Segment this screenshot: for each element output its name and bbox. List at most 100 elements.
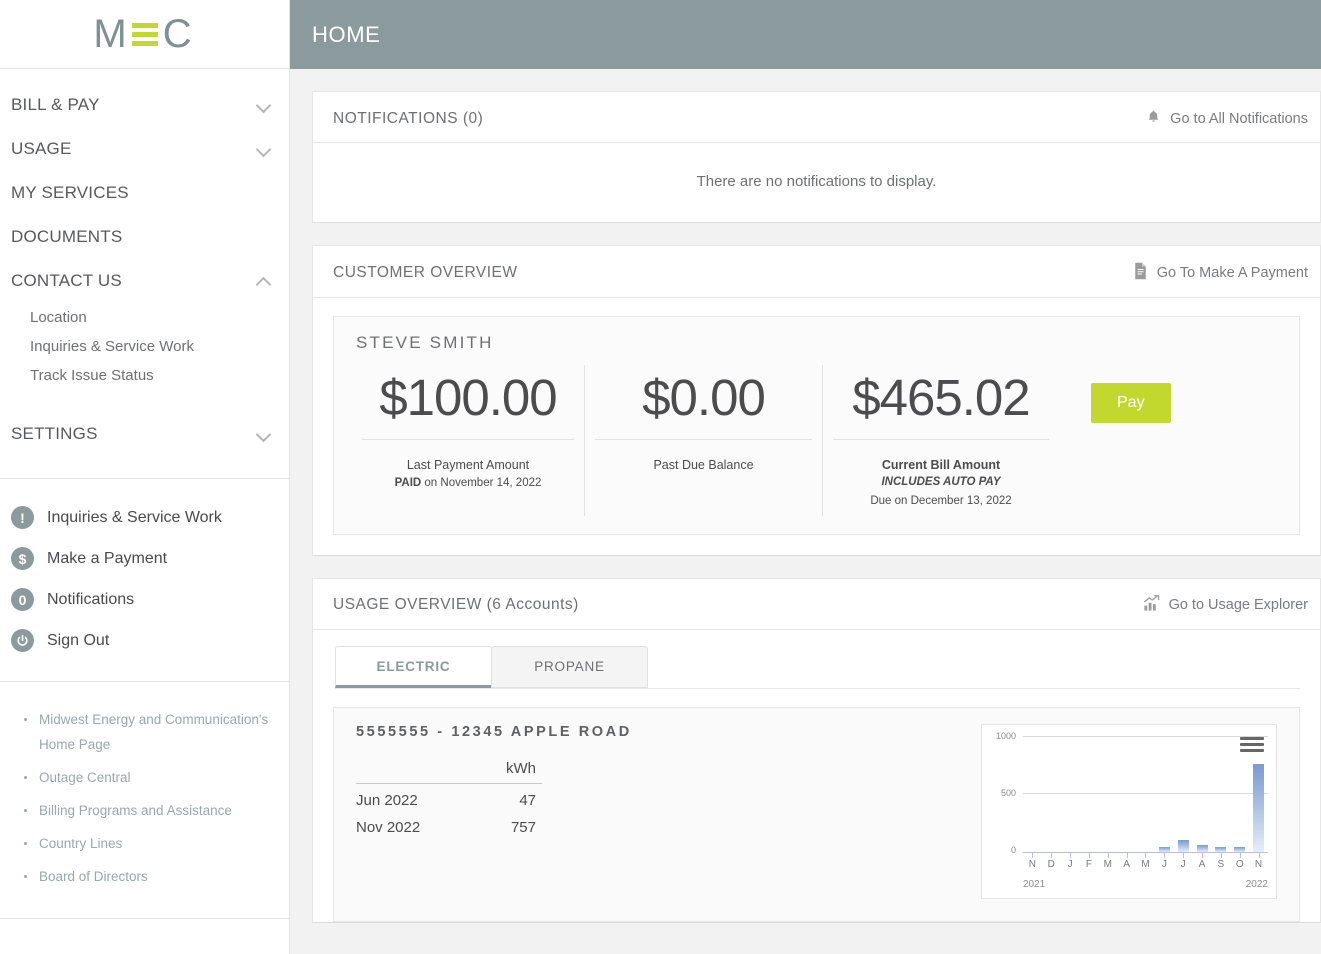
chart-bar-cell[interactable] xyxy=(1080,736,1099,858)
x-axis-tick xyxy=(1220,851,1222,858)
chevron-up-icon[interactable] xyxy=(257,274,271,288)
stat-last-payment: $100.00 Last Payment Amount PAID on Nove… xyxy=(352,361,584,518)
chart-bar[interactable] xyxy=(1253,764,1265,852)
app-root: M C BILL & PAY USAGE MY SERVICES DOCUMEN… xyxy=(0,0,1321,954)
go-to-usage-explorer-label: Go to Usage Explorer xyxy=(1168,597,1308,614)
power-icon xyxy=(11,629,34,652)
sidebar-item-documents[interactable]: DOCUMENTS xyxy=(0,215,289,259)
usage-bar-chart[interactable]: 1000 500 0 NDJFMAMJJASON 2021 2022 xyxy=(981,723,1277,899)
sidebar-item-inquiries-service-work[interactable]: Inquiries & Service Work xyxy=(0,332,289,361)
logo-area: M C xyxy=(0,0,289,69)
tab-electric[interactable]: ELECTRIC xyxy=(335,645,492,688)
table-row: Nov 2022 757 xyxy=(356,811,542,838)
quick-links-list: ! Inquiries & Service Work $ Make a Paym… xyxy=(0,479,289,682)
notifications-card: NOTIFICATIONS (0) Go to All Notification… xyxy=(312,91,1321,223)
stat-due-date: Due on December 13, 2022 xyxy=(870,494,1012,507)
chart-bar-cell[interactable] xyxy=(1136,736,1155,858)
sidebar-item-label: DOCUMENTS xyxy=(11,227,123,246)
customer-overview-card: CUSTOMER OVERVIEW Go To Make A Payment S… xyxy=(312,245,1321,556)
stat-amount: $465.02 xyxy=(852,369,1030,426)
customer-stats-row: $100.00 Last Payment Amount PAID on Nove… xyxy=(352,361,1281,518)
logo-letter-e-icon xyxy=(131,22,158,46)
account-id-line: 5555555 - 12345 APPLE ROAD xyxy=(356,723,632,740)
chart-bar-cell[interactable] xyxy=(1230,736,1249,858)
stat-sub: PAID on November 14, 2022 xyxy=(358,474,578,492)
customer-summary-panel: STEVE SMITH $100.00 Last Payment Amount … xyxy=(333,316,1300,535)
stat-current-bill: $465.02 Current Bill Amount INCLUDES AUT… xyxy=(823,361,1059,518)
sidebar-footer-links: Midwest Energy and Communication's Home … xyxy=(0,682,289,919)
x-axis-tick xyxy=(1032,851,1034,858)
chart-bar-cell[interactable] xyxy=(1117,736,1136,858)
chart-bar[interactable] xyxy=(1196,844,1208,852)
invoice-document-icon xyxy=(1133,262,1148,284)
notification-count-icon: 0 xyxy=(11,588,34,611)
x-axis-tick-label: F xyxy=(1085,858,1092,870)
footer-link-outage-central[interactable]: Outage Central xyxy=(22,766,270,791)
dollar-circle-icon: $ xyxy=(11,547,34,570)
chart-bar-cell[interactable] xyxy=(1098,736,1117,858)
x-axis-tick-label: N xyxy=(1028,858,1037,870)
sidebar-item-usage[interactable]: USAGE xyxy=(0,127,289,171)
chart-bar-cell[interactable] xyxy=(1061,736,1080,858)
customer-name: STEVE SMITH xyxy=(356,333,494,352)
x-axis-tick-label: N xyxy=(1254,858,1263,870)
y-axis-tick-500: 500 xyxy=(1000,787,1016,798)
notifications-title: NOTIFICATIONS (0) xyxy=(333,109,484,127)
x-axis-labels: NDJFMAMJJASON xyxy=(1023,859,1268,870)
x-axis-tick xyxy=(1070,851,1072,858)
sidebar-item-track-issue-status[interactable]: Track Issue Status xyxy=(0,361,289,390)
year-label-start: 2021 xyxy=(1023,878,1046,890)
sidebar-item-my-services[interactable]: MY SERVICES xyxy=(0,171,289,215)
sidebar-item-label: USAGE xyxy=(11,139,72,158)
chart-bar-cell[interactable] xyxy=(1174,736,1193,858)
footer-link-board-of-directors[interactable]: Board of Directors xyxy=(22,865,270,890)
go-to-all-notifications-label: Go to All Notifications xyxy=(1170,110,1308,127)
sidebar-item-label: BILL & PAY xyxy=(11,95,100,114)
sidebar-item-settings[interactable]: SETTINGS xyxy=(0,412,289,456)
sidebar-item-label: MY SERVICES xyxy=(11,183,129,202)
footer-link-country-lines[interactable]: Country Lines xyxy=(22,832,270,857)
exclamation-circle-icon: ! xyxy=(11,506,34,529)
sidebar-item-bill-and-pay[interactable]: BILL & PAY xyxy=(0,83,289,127)
usage-overview-card-header: USAGE OVERVIEW (6 Accounts) Go to Usage … xyxy=(313,579,1320,630)
usage-value: 757 xyxy=(510,818,536,836)
sidebar-item-contact-us[interactable]: CONTACT US xyxy=(0,259,289,303)
chart-bar-cell[interactable] xyxy=(1193,736,1212,858)
chart-bar-cell[interactable] xyxy=(1249,736,1268,858)
chevron-down-icon[interactable] xyxy=(257,427,271,441)
usage-period: Nov 2022 xyxy=(356,818,421,836)
logo-letter-m: M xyxy=(93,12,127,56)
x-axis-tick xyxy=(1145,851,1147,858)
go-to-usage-explorer-link[interactable]: Go to Usage Explorer xyxy=(1143,595,1308,616)
chevron-down-icon[interactable] xyxy=(257,142,271,156)
chart-bar-cell[interactable] xyxy=(1042,736,1061,858)
go-to-make-a-payment-link[interactable]: Go To Make A Payment xyxy=(1133,262,1308,284)
go-to-all-notifications-link[interactable]: Go to All Notifications xyxy=(1146,108,1308,129)
chart-bar-cell[interactable] xyxy=(1211,736,1230,858)
stat-sub-bold: PAID xyxy=(394,477,422,490)
table-row: Jun 2022 47 xyxy=(356,783,542,811)
footer-link-home-page[interactable]: Midwest Energy and Communication's Home … xyxy=(22,708,270,758)
pay-button[interactable]: Pay xyxy=(1091,383,1171,423)
quick-link-make-a-payment[interactable]: $ Make a Payment xyxy=(0,538,289,579)
quick-link-notifications[interactable]: 0 Notifications xyxy=(0,579,289,620)
chart-bar-cell[interactable] xyxy=(1023,736,1042,858)
quick-link-inquiries-service-work[interactable]: ! Inquiries & Service Work xyxy=(0,497,289,538)
tab-propane[interactable]: PROPANE xyxy=(491,645,648,688)
notifications-card-header: NOTIFICATIONS (0) Go to All Notification… xyxy=(313,92,1320,143)
quick-link-sign-out[interactable]: Sign Out xyxy=(0,620,289,661)
footer-link-billing-programs[interactable]: Billing Programs and Assistance xyxy=(22,799,270,824)
content-area: NOTIFICATIONS (0) Go to All Notification… xyxy=(290,91,1321,923)
usage-overview-card-body: ELECTRIC PROPANE 5555555 - 12345 APPLE R… xyxy=(313,630,1320,922)
stat-label: Current Bill Amount xyxy=(881,458,1001,473)
chevron-down-icon[interactable] xyxy=(257,98,271,112)
x-axis-tick xyxy=(1088,851,1090,858)
mec-logo[interactable]: M C xyxy=(93,14,191,54)
customer-overview-card-header: CUSTOMER OVERVIEW Go To Make A Payment xyxy=(313,246,1320,298)
chart-bar[interactable] xyxy=(1177,840,1189,852)
quick-link-label: Sign Out xyxy=(47,631,110,649)
stat-amount: $0.00 xyxy=(642,369,766,426)
page-title: HOME xyxy=(312,21,381,47)
sidebar-item-location[interactable]: Location xyxy=(0,303,289,332)
chart-bar-cell[interactable] xyxy=(1155,736,1174,858)
